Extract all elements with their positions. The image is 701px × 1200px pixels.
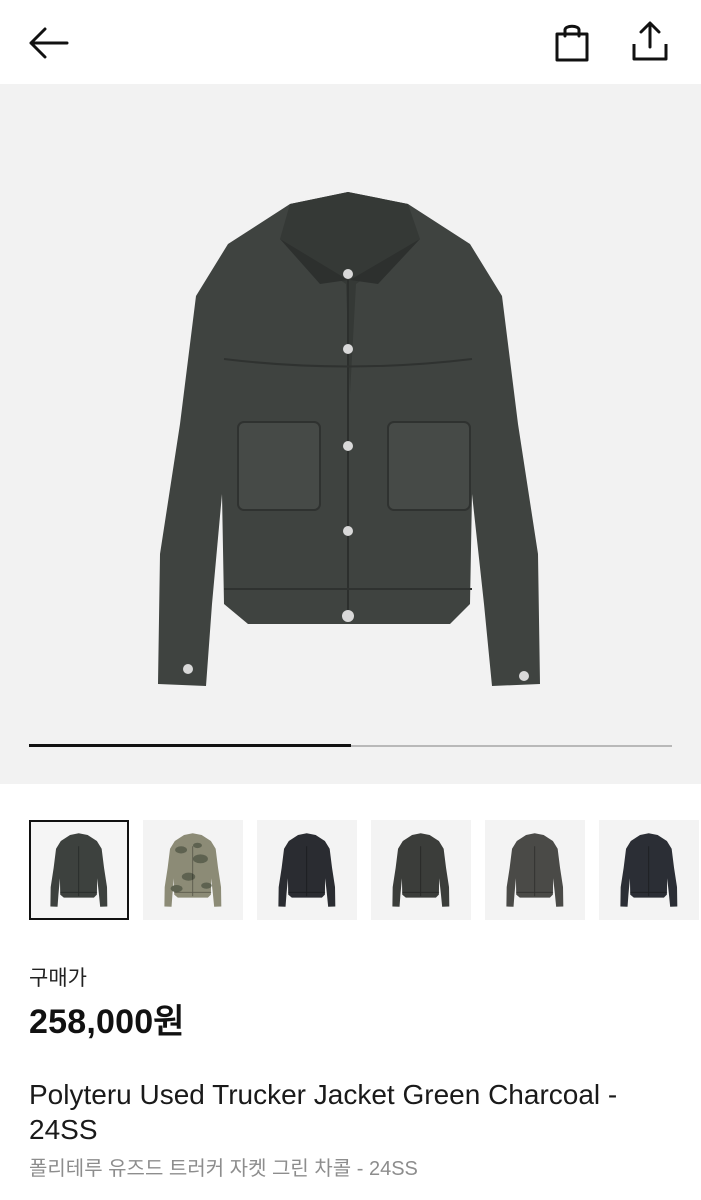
thumbnail-2[interactable] [143,820,243,920]
gallery-progress-fill [29,744,351,747]
back-button[interactable] [22,20,74,66]
thumbnail-4[interactable] [371,820,471,920]
arrow-left-icon [29,27,69,59]
thumbnail-jacket-image [392,833,450,907]
product-title-korean: 폴리테루 유즈드 트러커 자켓 그린 차콜 - 24SS [29,1158,418,1180]
thumbnail-jacket-image [506,833,564,907]
share-button[interactable] [626,16,674,66]
thumbnail-6[interactable] [599,820,699,920]
shopping-bag-button[interactable] [548,18,596,66]
thumbnail-3[interactable] [257,820,357,920]
thumbnail-jacket-image [278,833,336,907]
thumbnail-jacket-image [620,833,678,907]
shopping-bag-icon [555,24,589,62]
product-price: 258,000원 [29,1003,185,1041]
price-label: 구매가 [29,967,87,990]
product-title-english: Polyteru Used Trucker Jacket Green Charc… [29,1079,618,1145]
main-product-image [158,192,540,686]
thumbnail-strip[interactable] [29,820,701,920]
top-navigation-bar [0,0,701,84]
gallery-progress-bar [29,744,672,747]
share-upload-icon [632,21,668,61]
thumbnail-1[interactable] [29,820,129,920]
thumbnail-jacket-image [164,833,222,907]
product-image-gallery[interactable] [0,84,701,784]
thumbnail-5[interactable] [485,820,585,920]
thumbnail-jacket-image [50,833,108,907]
